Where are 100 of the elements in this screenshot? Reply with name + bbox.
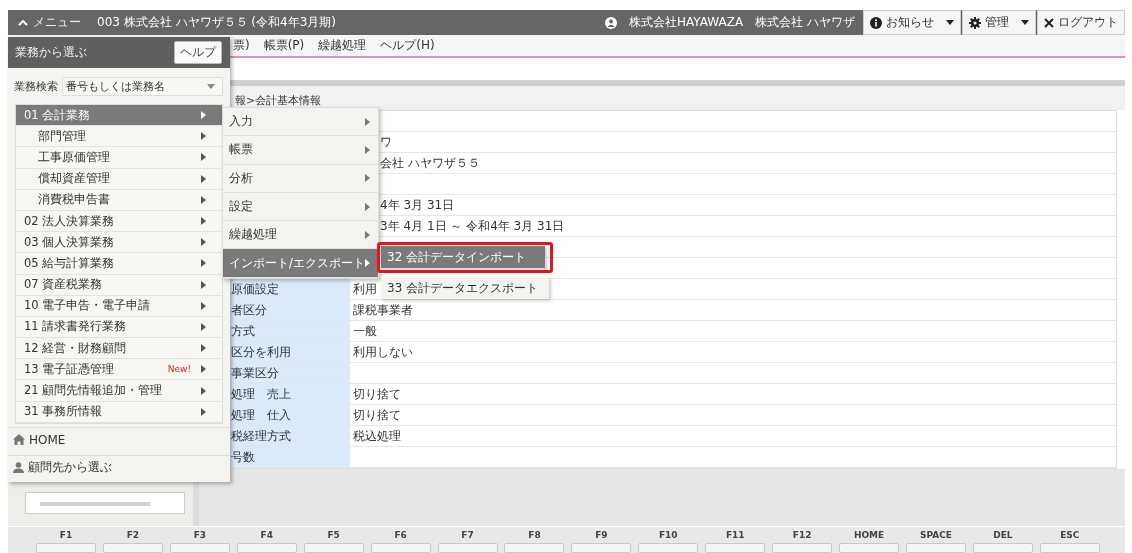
table-cell: ワ [380,135,392,149]
info-icon [870,16,882,29]
menu-list-item[interactable]: 13 電子証憑管理 New! [16,359,222,381]
menu-item[interactable]: 票) [233,37,250,54]
panel-link[interactable]: 顧問先から選ぶ [8,454,230,480]
submenu-item[interactable]: 入力 [223,108,378,137]
menu-list-item[interactable]: 02 法人決算業務 [16,210,222,233]
caret-right-icon [365,230,370,239]
function-key-label: ESC [1060,530,1080,540]
admin-button[interactable]: 管理 [962,10,1036,35]
submenu-item[interactable]: 分析 [223,164,378,193]
menu-list-item[interactable]: 償却資産管理 [16,168,222,190]
function-key-label: F4 [260,530,273,540]
function-key-button[interactable] [1039,543,1100,553]
panel-title: 業務から選ぶ [15,44,87,61]
caret-right-icon [201,322,206,331]
menu-list-item[interactable]: 10 電子申告・電子申請 [16,295,222,317]
menu-list-item[interactable]: 31 事務所情報 [16,401,222,423]
caret-right-icon [365,117,370,126]
panel-link[interactable]: HOME [8,426,230,452]
table-cell: 3年 4月 1日 ～ 令和4年 3月 31日 [380,219,565,233]
function-key-button[interactable] [303,543,364,553]
function-key-button[interactable] [437,543,498,553]
function-key-button[interactable] [36,543,96,553]
caret-right-icon [201,407,206,416]
window-title: 003 株式会社 ハヤワザ５５ (令和4年3月期) [97,14,336,31]
menu-list-item[interactable]: 07 資産税業務 [16,274,222,296]
caret-right-icon [365,259,370,268]
scrollbar[interactable] [25,492,185,514]
function-key-label: F2 [126,530,140,540]
caret-right-icon [201,238,206,247]
function-key-label: F6 [394,530,407,540]
function-key-button[interactable] [169,543,230,553]
menu-list-item[interactable]: 21 顧問先情報追加・管理 [16,380,222,402]
caret-right-icon [201,195,206,204]
function-key-button[interactable] [236,543,297,553]
function-key-label: F11 [725,530,745,540]
function-key-button[interactable] [705,543,766,553]
table-label: 事業区分 [231,366,279,380]
caret-right-icon [365,202,370,211]
caret-right-icon [201,111,206,120]
function-key-label: F3 [193,530,207,540]
close-icon [1044,17,1054,28]
caret-right-icon [201,132,206,141]
table-label: 区分を利用 [231,345,291,359]
table-label: 者区分 [231,303,267,317]
table-cell: 課税事業者 [353,303,413,317]
office-name: 株式会社HAYAWAZA [629,14,744,31]
search-dropdown[interactable]: 番号もしくは業務名 [62,77,223,96]
menu-list-item[interactable]: 03 個人決算業務 [16,232,222,254]
logout-button[interactable]: ログアウト [1037,10,1125,35]
caret-right-icon [201,174,206,183]
submenu-item[interactable]: 33 会計データエクスポート [381,277,549,299]
table-cell: 切り捨て [353,387,401,401]
table-label: 処理 売上 [231,387,291,401]
submenu-item[interactable]: 設定 [223,192,378,222]
table-cell: 利用しない [353,345,413,359]
function-key-button[interactable] [102,543,163,553]
table-cell: 会社 ハヤワザ５５ [380,156,480,170]
caret-right-icon [201,344,206,353]
help-button[interactable]: ヘルプ [174,41,222,64]
caret-right-icon [201,301,206,310]
function-key-button[interactable] [638,543,699,553]
menu-list-item[interactable]: 05 給与計算業務 [16,253,222,275]
menu-list-item[interactable]: 工事原価管理 [16,147,222,169]
function-key-label: F8 [528,530,541,540]
table-cell: 利用 [353,282,377,296]
caret-right-icon [365,145,370,154]
menu-toggle[interactable]: メニュー [18,14,81,31]
function-key-button[interactable] [906,543,966,553]
function-key-button[interactable] [370,543,431,553]
menu-item[interactable]: 帳票(P) [263,37,305,54]
menu-list-item[interactable]: 部門管理 [16,126,222,148]
caret-down-icon [207,84,215,89]
menu-list-item[interactable]: 01 会計業務 [16,105,222,127]
submenu-item[interactable]: インポート/エクスポート [223,249,378,278]
caret-down-icon [1021,20,1029,25]
submenu-item[interactable]: 帳票 [223,136,378,165]
menu-list-item[interactable]: 11 請求書発行業務 [16,316,222,339]
caret-up-icon [18,19,28,26]
table-label: 方式 [231,324,255,338]
notice-button[interactable]: お知らせ [863,10,961,35]
caret-right-icon [201,280,206,289]
menu-list-item[interactable]: 12 経営・財務顧問 [16,338,222,360]
menu-list-item[interactable]: 消費税申告書 [16,189,222,211]
caret-right-icon [201,386,206,395]
function-key-button[interactable] [504,543,565,553]
function-key-button[interactable] [972,543,1033,553]
menu-item[interactable]: 繰越処理 [318,37,367,54]
table-cell: 一般 [353,324,377,338]
user-icon [605,16,618,29]
settings-icon [969,16,981,29]
function-key-button[interactable] [839,543,900,553]
function-key-label: F1 [59,530,73,540]
user-name: 株式会社 ハヤワザ [755,14,855,31]
menu-item[interactable]: ヘルプ(H) [380,37,435,54]
caret-right-icon [201,259,206,268]
function-key-button[interactable] [772,543,833,553]
submenu-item[interactable]: 32 会計データインポート [381,246,545,268]
function-key-button[interactable] [571,543,632,553]
